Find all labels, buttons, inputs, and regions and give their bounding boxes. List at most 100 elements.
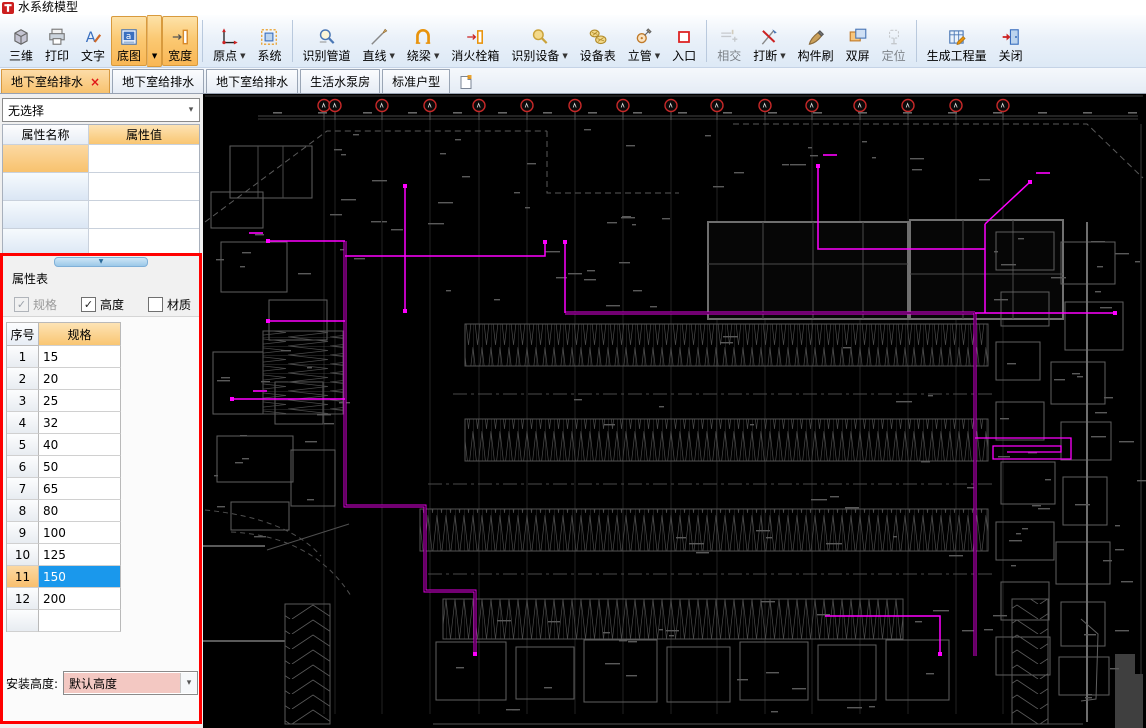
spec-table-row[interactable]: 8 80 <box>7 500 121 522</box>
toolbar-button-label: 系统 <box>257 49 282 63</box>
cad-canvas[interactable] <box>203 94 1146 728</box>
spec-table-row[interactable]: 7 65 <box>7 478 121 500</box>
property-grid-row[interactable] <box>3 201 199 229</box>
dropdown-arrow-icon[interactable]: ▼ <box>434 49 439 63</box>
tab-1[interactable]: 地下室给排水 × <box>1 69 111 93</box>
spec-row-number[interactable]: 11 <box>7 566 39 588</box>
checkbox-box-icon[interactable]: ✓ <box>81 297 97 312</box>
toolbar-button-label: 原点 <box>213 49 238 63</box>
spec-row-number[interactable]: 9 <box>7 522 39 544</box>
spec-table-row[interactable]: 5 40 <box>7 434 121 456</box>
tab-close-icon[interactable]: × <box>90 76 100 88</box>
toolbar-button-printer[interactable]: 打印 <box>39 16 75 66</box>
splitter-handle[interactable]: ▼ <box>54 257 148 267</box>
checkbox-box-icon[interactable] <box>148 297 164 312</box>
dropdown-arrow-icon[interactable]: ▼ <box>390 49 395 63</box>
spec-row-value[interactable]: 25 <box>39 390 121 412</box>
toolbar-button-identify-pipe[interactable]: 识别管道 <box>297 16 357 66</box>
spec-row-value[interactable]: 40 <box>39 434 121 456</box>
dropdown-arrow-icon[interactable]: ▼ <box>240 49 245 63</box>
property-name-cell[interactable] <box>3 173 89 200</box>
spec-row-value[interactable]: 80 <box>39 500 121 522</box>
tab-2[interactable]: 地下室给排水 <box>112 69 205 93</box>
spec-row-number[interactable]: 2 <box>7 368 39 390</box>
toolbar-button-line[interactable]: 直线 ▼ <box>357 16 401 66</box>
toolbar-button-riser[interactable]: 立管 ▼ <box>622 16 666 66</box>
spec-row-value[interactable]: 150 <box>39 566 121 588</box>
toolbar-button-brush[interactable]: 构件刷 <box>792 16 840 66</box>
spec-row-number[interactable]: 1 <box>7 346 39 368</box>
toolbar-button-label: 文字 <box>81 49 106 63</box>
spec-table-row[interactable]: 10 125 <box>7 544 121 566</box>
spec-row-number[interactable]: 8 <box>7 500 39 522</box>
toolbar-button-beam[interactable]: 绕梁 ▼ <box>401 16 445 66</box>
toolbar-button-cube[interactable]: 三维 <box>3 16 39 66</box>
dropdown-arrow-icon[interactable]: ▼ <box>655 49 660 63</box>
toolbar-button-basemap[interactable]: a 底图 <box>111 16 148 66</box>
dropdown-arrow-icon[interactable]: ▼ <box>562 49 567 63</box>
toolbar-button-origin[interactable]: 原点 ▼ <box>207 16 251 66</box>
toolbar-button-entrance[interactable]: 入口 <box>666 16 702 66</box>
property-value-cell[interactable] <box>89 201 199 228</box>
toolbar-button-break[interactable]: 打断 ▼ <box>747 16 791 66</box>
install-height-dropdown[interactable]: 默认高度 ▾ <box>63 671 198 695</box>
toolbar-button-hydrant[interactable]: 消火栓箱 <box>445 16 505 66</box>
spec-table-row[interactable]: 1 15 <box>7 346 121 368</box>
toolbar-button-dualscreen[interactable]: 双屏 <box>840 16 876 66</box>
property-value-cell[interactable] <box>89 229 199 256</box>
spec-row-value[interactable] <box>39 610 121 632</box>
property-name-cell[interactable] <box>3 145 89 172</box>
spec-table-row[interactable] <box>7 610 121 632</box>
new-view-button[interactable] <box>456 72 476 92</box>
tab-5[interactable]: 标准户型 <box>382 69 451 93</box>
property-grid-row[interactable] <box>3 145 199 173</box>
dropdown-arrow-icon[interactable]: ▼ <box>780 49 785 63</box>
spec-table-row[interactable]: 9 100 <box>7 522 121 544</box>
toolbar-button-label: 双屏 <box>845 49 870 63</box>
tab-4[interactable]: 生活水泵房 <box>300 69 381 93</box>
toolbar-button-system[interactable]: 系统 <box>251 16 287 66</box>
checkbox-material[interactable]: 材质 <box>148 296 191 313</box>
spec-row-value[interactable]: 32 <box>39 412 121 434</box>
property-grid-row[interactable] <box>3 173 199 201</box>
toolbar-button-basemap-dropdown[interactable]: ▼ <box>147 15 163 67</box>
svg-text:a: a <box>126 32 131 42</box>
toolbar-button-close[interactable]: 关闭 <box>993 16 1029 66</box>
spec-row-value[interactable]: 200 <box>39 588 121 610</box>
spec-table-row[interactable]: 4 32 <box>7 412 121 434</box>
spec-row-value[interactable]: 65 <box>39 478 121 500</box>
toolbar-button-identify-device[interactable]: 识别设备 ▼ <box>505 16 573 66</box>
toolbar-button-width[interactable]: 宽度 <box>162 16 199 66</box>
spec-row-number[interactable]: 3 <box>7 390 39 412</box>
tab-3[interactable]: 地下室给排水 <box>206 69 299 93</box>
spec-table-row[interactable]: 3 25 <box>7 390 121 412</box>
spec-table-row[interactable]: 6 50 <box>7 456 121 478</box>
property-name-cell[interactable] <box>3 201 89 228</box>
property-name-cell[interactable] <box>3 229 89 256</box>
spec-row-number[interactable]: 5 <box>7 434 39 456</box>
spec-row-value[interactable]: 20 <box>39 368 121 390</box>
toolbar-button-quantity[interactable]: 生成工程量 <box>921 16 993 66</box>
toolbar-button-text[interactable]: A 文字 <box>75 16 111 66</box>
spec-table-row[interactable]: 11 150 <box>7 566 121 588</box>
property-value-cell[interactable] <box>89 145 199 172</box>
property-value-cell[interactable] <box>89 173 199 200</box>
spec-row-number[interactable] <box>7 610 39 632</box>
toolbar-button-label: 打断 <box>753 49 778 63</box>
toolbar-button-device-table[interactable]: 设备表 <box>574 16 622 66</box>
spec-row-number[interactable]: 12 <box>7 588 39 610</box>
spec-row-number[interactable]: 10 <box>7 544 39 566</box>
spec-table-row[interactable]: 2 20 <box>7 368 121 390</box>
spec-row-value[interactable]: 15 <box>39 346 121 368</box>
spec-table-row[interactable]: 12 200 <box>7 588 121 610</box>
checkbox-height[interactable]: ✓ 高度 <box>81 296 124 313</box>
spec-row-value[interactable]: 125 <box>39 544 121 566</box>
spec-row-value[interactable]: 50 <box>39 456 121 478</box>
spec-row-value[interactable]: 100 <box>39 522 121 544</box>
spec-row-number[interactable]: 7 <box>7 478 39 500</box>
selection-dropdown[interactable]: 无选择 ▾ <box>2 98 200 122</box>
app-window: 水系统模型 三维 打印 A 文字 a 底图 ▼ 宽度 原点 ▼ 系统 识别管道 直线 ▼ … <box>0 0 1146 728</box>
spec-row-number[interactable]: 6 <box>7 456 39 478</box>
spec-row-number[interactable]: 4 <box>7 412 39 434</box>
toolbar-separator <box>706 20 708 62</box>
